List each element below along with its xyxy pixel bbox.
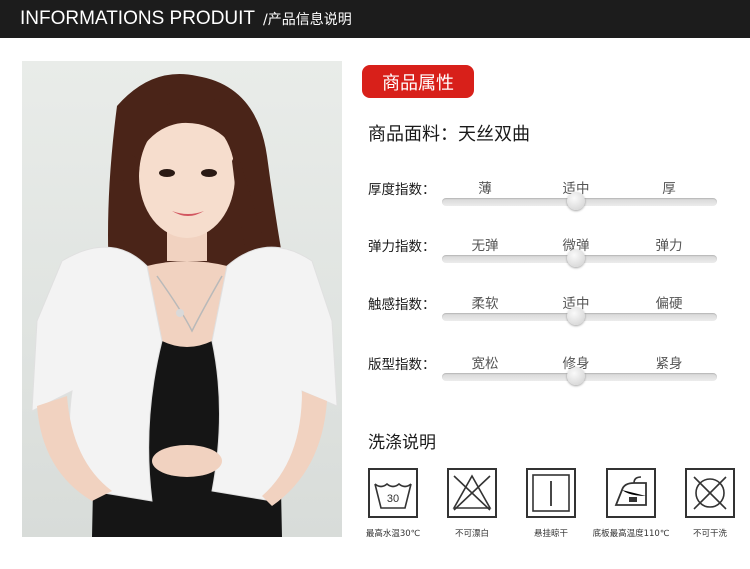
metric-option: 宽松 — [471, 356, 499, 372]
iron-icon — [606, 468, 656, 518]
svg-text:30: 30 — [387, 493, 399, 505]
no-tumble-dry-icon — [685, 468, 735, 518]
header-title-en: INFORMATIONS PRODUIT — [20, 8, 256, 29]
metric-slider-knob — [567, 367, 585, 385]
metric-label: 版型指数： — [368, 357, 436, 373]
hang-dry-icon — [526, 468, 576, 518]
metric-label: 弹力指数： — [368, 239, 436, 255]
header-title-cn: /产品信息说明 — [263, 12, 352, 28]
metric-option: 偏硬 — [655, 296, 683, 312]
metric-slider-knob — [567, 249, 585, 267]
metric-label: 厚度指数： — [368, 182, 436, 198]
metric-row: 弹力指数： 无弹 微弹 弹力 — [368, 233, 728, 273]
washing-caption: 不可干洗 — [692, 529, 728, 539]
metric-row: 版型指数： 宽松 修身 紧身 — [368, 351, 728, 391]
washing-caption: 悬挂晾干 — [533, 529, 569, 539]
metric-slider-knob — [567, 192, 585, 210]
metric-option: 柔软 — [471, 296, 499, 312]
metric-option: 无弹 — [471, 238, 499, 254]
washing-caption: 不可漂白 — [454, 529, 490, 539]
washing-title: 洗涤说明 — [368, 433, 436, 453]
metric-option: 紧身 — [655, 356, 683, 372]
wash-30-icon: 30 — [368, 468, 418, 518]
metric-option: 弹力 — [655, 238, 683, 254]
metric-label: 触感指数： — [368, 297, 436, 313]
metric-row: 厚度指数：薄适中厚 — [368, 176, 728, 216]
metric-row: 触感指数： 柔软 适中 偏硬 — [368, 291, 728, 331]
no-bleach-icon — [447, 468, 497, 518]
model-photo — [22, 61, 342, 537]
metric-slider-knob — [567, 307, 585, 325]
metric-option: 薄 — [478, 181, 492, 197]
metric-option: 厚 — [662, 181, 676, 197]
washing-caption: 底板最高温度110℃ — [592, 529, 670, 539]
fabric-info: 商品面料：天丝双曲 — [368, 124, 530, 145]
attributes-badge: 商品属性 — [362, 65, 474, 98]
model-illustration — [31, 74, 338, 537]
page-header: INFORMATIONS PRODUIT /产品信息说明 — [0, 0, 750, 38]
washing-caption: 最高水温30℃ — [365, 529, 421, 539]
